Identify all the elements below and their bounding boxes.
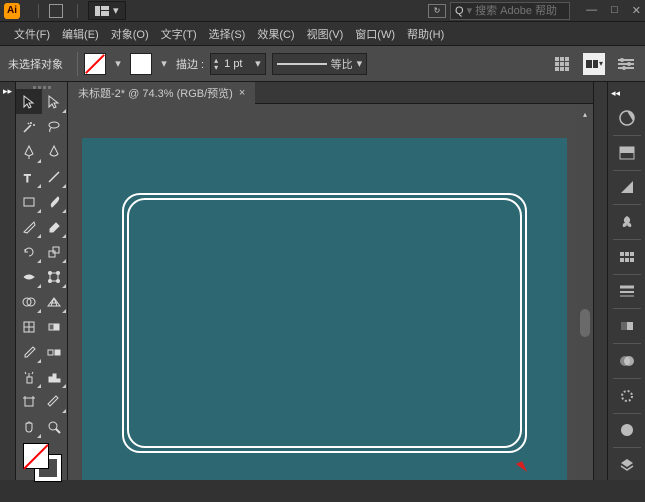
search-adobe-help[interactable]: Q ▾	[450, 2, 570, 20]
eyedropper-tool[interactable]	[16, 339, 42, 364]
minimize-button[interactable]: —	[586, 4, 597, 17]
shape-builder-tool[interactable]	[16, 289, 42, 314]
symbol-sprayer-tool[interactable]	[16, 364, 42, 389]
document-tab[interactable]: 未标题-2* @ 74.3% (RGB/预览) ×	[68, 82, 255, 104]
right-panel-strip	[593, 82, 607, 480]
workspace-switcher[interactable]: ▾	[88, 1, 126, 20]
width-tool[interactable]	[16, 264, 42, 289]
tab-title: 未标题-2* @ 74.3% (RGB/预览)	[78, 85, 233, 101]
shaper-tool[interactable]	[16, 214, 42, 239]
stepper-down-icon[interactable]: ▾	[214, 64, 218, 71]
menu-file[interactable]: 文件(F)	[8, 26, 56, 42]
stroke-label: 描边 :	[176, 56, 204, 72]
paintbrush-tool[interactable]	[42, 189, 68, 214]
search-input[interactable]	[475, 5, 565, 17]
menu-select[interactable]: 选择(S)	[203, 26, 252, 42]
eraser-tool[interactable]	[42, 214, 68, 239]
stroke-weight-value[interactable]	[221, 58, 251, 70]
type-tool[interactable]: T	[16, 164, 42, 189]
fill-swatch[interactable]	[84, 53, 106, 75]
left-panel-strip: ▸▸	[0, 82, 16, 480]
menu-bar: 文件(F) 编辑(E) 对象(O) 文字(T) 选择(S) 效果(C) 视图(V…	[0, 22, 645, 46]
divider	[77, 4, 78, 18]
rectangle-tool[interactable]	[16, 189, 42, 214]
svg-text:T: T	[24, 173, 31, 185]
right-panel-icons: ◂◂	[607, 82, 645, 480]
mesh-tool[interactable]	[16, 314, 42, 339]
fill-color-box[interactable]	[23, 443, 49, 469]
pen-tool[interactable]	[16, 139, 42, 164]
rotate-tool[interactable]	[16, 239, 42, 264]
lasso-tool[interactable]	[42, 114, 68, 139]
app-logo: Ai	[4, 3, 20, 19]
menu-help[interactable]: 帮助(H)	[401, 26, 450, 42]
search-icon: Q	[455, 5, 464, 17]
toolbox: T	[16, 82, 68, 480]
control-bar: 未选择对象 ▾ ▾ 描边 : ▴▾ ▾ 等比 ▾ ▾	[0, 46, 645, 82]
scale-tool[interactable]	[42, 239, 68, 264]
chevron-down-icon[interactable]: ▾	[357, 57, 363, 70]
sync-icon[interactable]: ↻	[428, 4, 446, 18]
line-segment-tool[interactable]	[42, 164, 68, 189]
stroke-profile[interactable]: 等比 ▾	[272, 53, 368, 75]
color-guide-panel-icon[interactable]	[608, 172, 645, 202]
close-button[interactable]: ✕	[632, 4, 641, 17]
gradient-tool[interactable]	[42, 314, 68, 339]
menu-object[interactable]: 对象(O)	[105, 26, 155, 42]
stroke-panel-icon[interactable]	[608, 277, 645, 307]
profile-label: 等比	[331, 56, 353, 72]
menu-view[interactable]: 视图(V)	[301, 26, 350, 42]
graphic-styles-panel-icon[interactable]	[608, 415, 645, 445]
appearance-panel-icon[interactable]	[608, 381, 645, 411]
magic-wand-tool[interactable]	[16, 114, 42, 139]
menu-edit[interactable]: 编辑(E)	[56, 26, 105, 42]
close-tab-icon[interactable]: ×	[239, 87, 245, 99]
zoom-tool[interactable]	[42, 414, 68, 439]
menu-type[interactable]: 文字(T)	[155, 26, 203, 42]
layers-panel-icon[interactable]	[608, 450, 645, 480]
expand-panels-icon[interactable]: ▸▸	[3, 86, 12, 97]
hand-tool[interactable]	[16, 414, 42, 439]
align-panel-icon[interactable]	[551, 53, 573, 75]
maximize-button[interactable]: □	[611, 4, 618, 17]
stroke-swatch[interactable]	[130, 53, 152, 75]
menu-window[interactable]: 窗口(W)	[349, 26, 401, 42]
artboard[interactable]	[82, 138, 567, 480]
chevron-down-icon[interactable]: ▾	[251, 57, 265, 70]
vertical-scrollbar[interactable]: ▴	[577, 104, 593, 480]
scrollbar-thumb[interactable]	[580, 309, 590, 337]
expand-panels-icon[interactable]: ◂◂	[608, 88, 620, 99]
column-graph-tool[interactable]	[42, 364, 68, 389]
scroll-up-icon[interactable]: ▴	[583, 110, 587, 119]
fill-dropdown[interactable]: ▾	[112, 54, 124, 74]
brushes-panel-icon[interactable]	[608, 242, 645, 272]
artboard-tool[interactable]	[16, 389, 42, 414]
transform-panel-icon[interactable]: ▾	[583, 53, 605, 75]
symbols-panel-icon[interactable]	[608, 207, 645, 237]
slice-tool[interactable]	[42, 389, 68, 414]
transparency-panel-icon[interactable]	[608, 346, 645, 376]
menu-effect[interactable]: 效果(C)	[251, 26, 300, 42]
canvas[interactable]: ▴	[68, 104, 593, 480]
stroke-dropdown[interactable]: ▾	[158, 54, 170, 74]
blend-tool[interactable]	[42, 339, 68, 364]
swatches-panel-icon[interactable]	[608, 138, 645, 168]
fill-stroke-colors[interactable]	[16, 439, 67, 481]
free-transform-tool[interactable]	[42, 264, 68, 289]
document-tabs: 未标题-2* @ 74.3% (RGB/预览) ×	[68, 82, 593, 104]
color-panel-icon[interactable]	[608, 103, 645, 133]
gradient-panel-icon[interactable]	[608, 311, 645, 341]
selection-tool[interactable]	[16, 89, 42, 114]
preferences-icon[interactable]	[615, 53, 637, 75]
stroke-weight-input[interactable]: ▴▾ ▾	[210, 53, 266, 75]
rounded-rect-inner[interactable]	[127, 198, 522, 448]
perspective-grid-tool[interactable]	[42, 289, 68, 314]
direct-selection-tool[interactable]	[42, 89, 68, 114]
selection-status: 未选择对象	[8, 56, 63, 72]
cursor-indicator	[516, 461, 527, 475]
bridge-icon[interactable]	[49, 4, 63, 18]
divider	[38, 4, 39, 18]
curvature-tool[interactable]	[42, 139, 68, 164]
